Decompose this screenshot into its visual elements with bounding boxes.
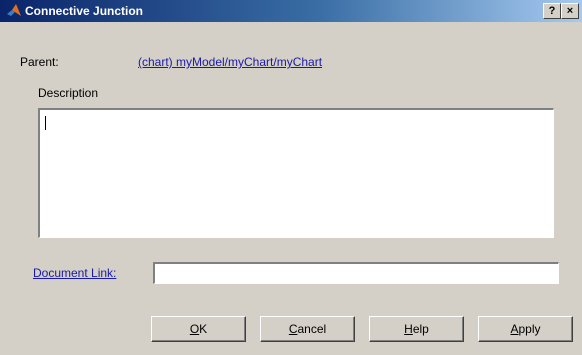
title-bar[interactable]: Connective Junction ? × xyxy=(0,0,582,22)
help-title-button[interactable]: ? xyxy=(543,3,561,19)
cancel-label-rest: ancel xyxy=(297,322,327,336)
apply-mnemonic: A xyxy=(510,322,519,336)
window-title: Connective Junction xyxy=(25,4,144,18)
description-label: Description xyxy=(38,86,99,100)
text-caret xyxy=(45,116,46,130)
document-link-field[interactable] xyxy=(153,262,559,284)
ok-mnemonic: O xyxy=(189,322,200,336)
help-label-rest: elp xyxy=(412,322,429,336)
ok-label-rest: K xyxy=(199,322,208,336)
cancel-button[interactable]: Cancel xyxy=(260,316,355,342)
help-button[interactable]: Help xyxy=(369,316,464,342)
parent-label: Parent: xyxy=(20,55,59,69)
close-button[interactable]: × xyxy=(561,3,579,19)
ok-button[interactable]: OK xyxy=(151,316,246,342)
parent-link[interactable]: (chart) myModel/myChart/myChart xyxy=(138,55,322,69)
help-mnemonic: H xyxy=(404,322,413,336)
document-link-label[interactable]: Document Link: xyxy=(33,266,116,280)
apply-button[interactable]: Apply xyxy=(478,316,573,342)
matlab-icon xyxy=(7,4,21,16)
description-textarea[interactable] xyxy=(38,108,554,238)
apply-label-rest: pply xyxy=(518,322,541,336)
